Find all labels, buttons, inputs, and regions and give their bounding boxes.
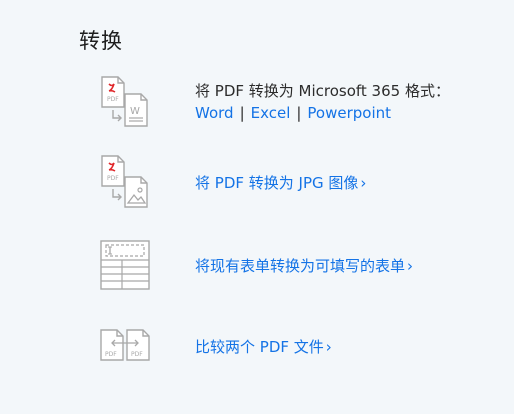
- convert-to-office-label: 将 PDF 转换为 Microsoft 365 格式：: [195, 82, 450, 100]
- convert-panel: 转换 PDF W 将 PDF 转换为 Microsoft 365 格式： Wor…: [0, 0, 514, 414]
- compare-pdf-icon: PDF PDF: [100, 329, 150, 361]
- section-title: 转换: [79, 29, 123, 53]
- excel-link[interactable]: Excel: [251, 104, 291, 122]
- compare-pdf-item[interactable]: PDF PDF 比较两个 PDF 文件 ›: [96, 316, 496, 376]
- convert-to-jpg-text: 将 PDF 转换为 JPG 图像 ›: [195, 172, 366, 194]
- svg-text:PDF: PDF: [131, 351, 143, 358]
- svg-text:PDF: PDF: [107, 96, 119, 103]
- svg-text:PDF: PDF: [105, 351, 117, 358]
- svg-text:PDF: PDF: [107, 175, 119, 182]
- pdf-to-word-icon: PDF W: [101, 76, 148, 127]
- svg-text:W: W: [130, 106, 140, 117]
- link-separator: |: [239, 104, 245, 122]
- convert-to-office-item: PDF W 将 PDF 转换为 Microsoft 365 格式： Word | E…: [96, 74, 496, 134]
- convert-to-office-text: 将 PDF 转换为 Microsoft 365 格式： Word | Excel | P…: [195, 80, 450, 124]
- office-format-links: Word | Excel | Powerpoint: [195, 102, 450, 124]
- chevron-right-icon: ›: [360, 174, 367, 192]
- fillable-form-text: 将现有表单转换为可填写的表单 ›: [195, 255, 413, 277]
- chevron-right-icon: ›: [407, 257, 414, 275]
- word-link[interactable]: Word: [195, 104, 234, 122]
- compare-pdf-link[interactable]: 比较两个 PDF 文件: [195, 338, 324, 356]
- chevron-right-icon: ›: [325, 338, 332, 356]
- powerpoint-link[interactable]: Powerpoint: [307, 104, 391, 122]
- convert-to-jpg-link[interactable]: 将 PDF 转换为 JPG 图像: [195, 174, 358, 192]
- link-separator: |: [296, 104, 302, 122]
- fillable-form-icon: [100, 240, 150, 290]
- pdf-to-image-icon: PDF: [101, 155, 148, 208]
- fillable-form-link[interactable]: 将现有表单转换为可填写的表单: [195, 257, 405, 275]
- compare-pdf-text: 比较两个 PDF 文件 ›: [195, 336, 332, 358]
- convert-to-jpg-item[interactable]: PDF 将 PDF 转换为 JPG 图像 ›: [96, 153, 496, 213]
- fillable-form-item[interactable]: 将现有表单转换为可填写的表单 ›: [96, 235, 496, 295]
